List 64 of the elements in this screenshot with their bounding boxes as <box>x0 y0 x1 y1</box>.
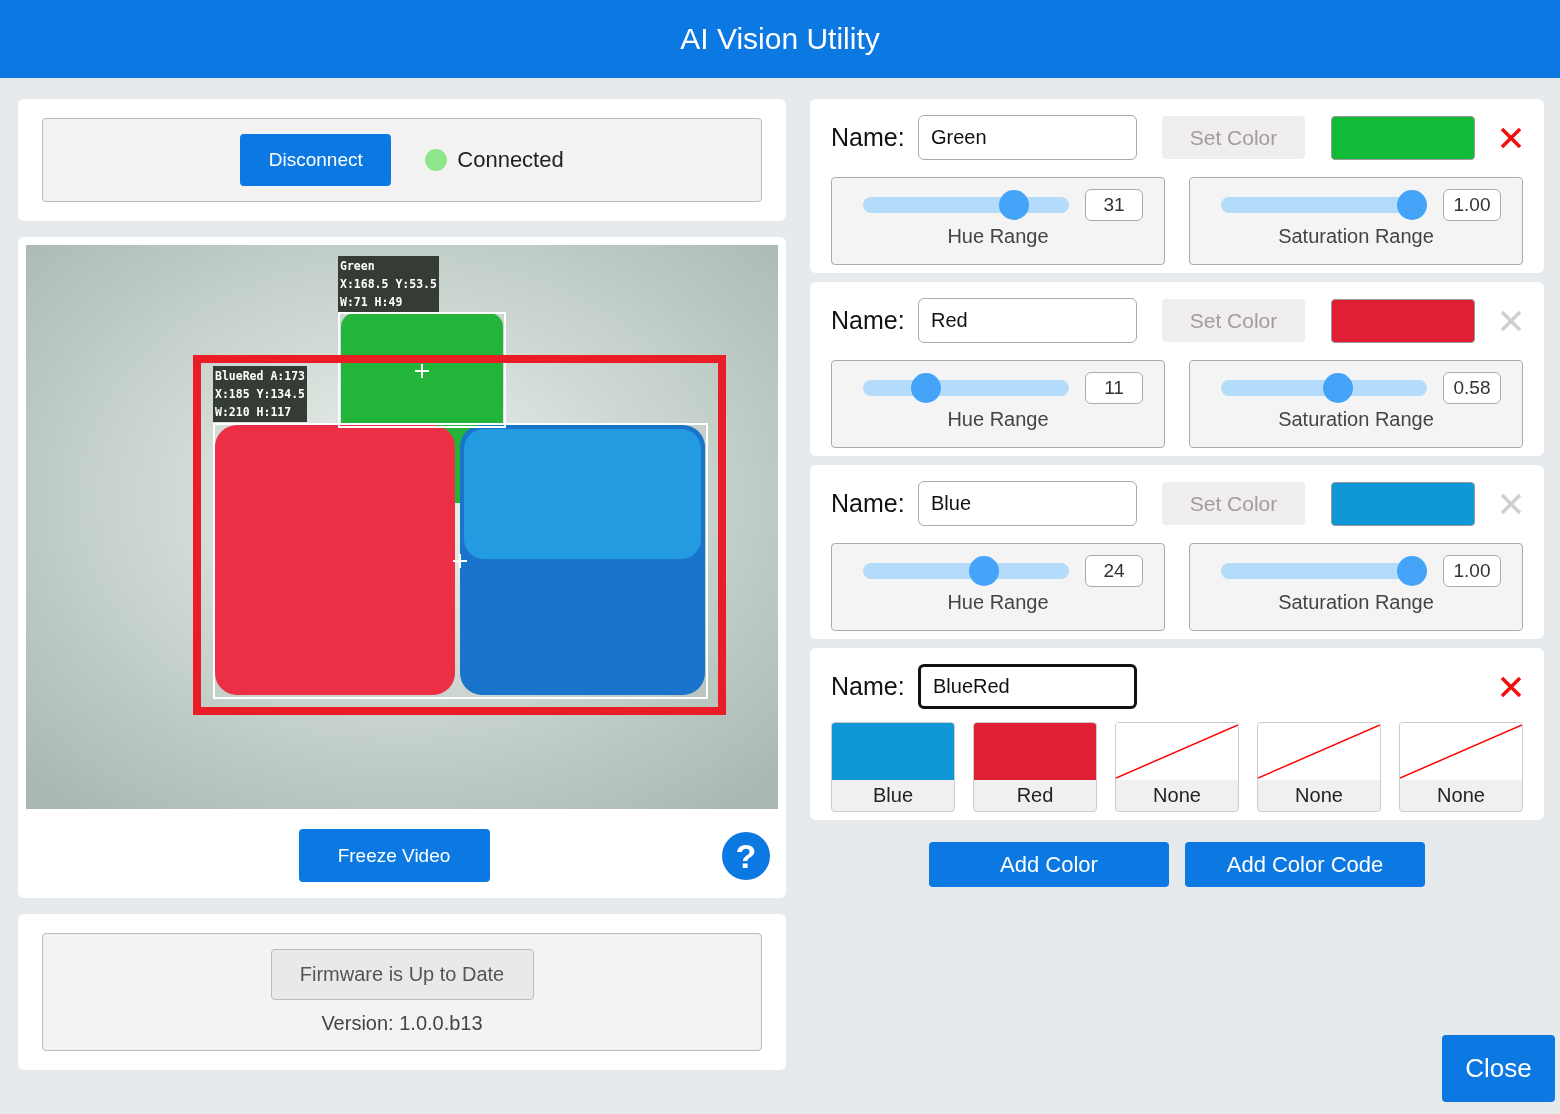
slider-value-field[interactable]: 1.00 <box>1443 189 1501 221</box>
slider-label: Hue Range <box>947 591 1049 614</box>
slider-track[interactable] <box>863 373 1069 403</box>
slider-label: Hue Range <box>947 408 1049 431</box>
slider-thumb[interactable] <box>911 373 942 403</box>
name-field[interactable]: Red <box>918 298 1137 343</box>
slider-thumb[interactable] <box>1323 373 1354 403</box>
crosshair-icon <box>453 554 467 568</box>
slot-label: None <box>1152 783 1202 808</box>
slider-thumb[interactable] <box>1397 556 1427 586</box>
color-slot[interactable]: Blue <box>831 722 955 812</box>
name-field[interactable]: Blue <box>918 481 1137 526</box>
add-button[interactable]: Add Color <box>929 842 1169 887</box>
slider-label: Hue Range <box>947 225 1049 248</box>
name-label: Name: <box>831 123 906 152</box>
color-swatch[interactable] <box>1331 481 1475 526</box>
slider-value-field[interactable]: 11 <box>1085 372 1143 404</box>
empty-slot-icon <box>1258 723 1380 780</box>
color-slot[interactable]: None <box>1257 722 1381 812</box>
empty-slot-icon <box>1400 723 1522 780</box>
slot-label: Red <box>1015 783 1055 808</box>
name-field[interactable]: Green <box>918 115 1137 160</box>
slider-thumb[interactable] <box>1397 190 1427 220</box>
detection-label: Green X:168.5 Y:53.5 W:71 H:49 <box>338 256 439 312</box>
add-button[interactable]: Add Color Code <box>1185 842 1425 887</box>
close-icon[interactable] <box>1499 674 1523 699</box>
slider-thumb[interactable] <box>968 556 999 586</box>
slider-label: Saturation Range <box>1278 591 1434 614</box>
slider-track[interactable] <box>1221 190 1427 220</box>
disconnect-button[interactable]: Disconnect <box>240 134 392 186</box>
slider-track[interactable] <box>863 556 1069 586</box>
slider-track[interactable] <box>863 190 1069 220</box>
slot-label: None <box>1436 783 1486 808</box>
help-button[interactable]: ? <box>722 832 770 880</box>
slider-value-field[interactable]: 1.00 <box>1443 555 1501 587</box>
slider-track[interactable] <box>1221 556 1427 586</box>
color-slot[interactable]: Red <box>973 722 1097 812</box>
slider-value-field[interactable]: 24 <box>1085 555 1143 587</box>
version-text: Version: 1.0.0.b13 <box>321 1012 483 1035</box>
freeze-video-button[interactable]: Freeze Video <box>298 829 490 882</box>
slot-label: None <box>1294 783 1344 808</box>
name-label: Name: <box>831 672 906 701</box>
slot-label: Blue <box>872 783 914 808</box>
window-title: AI Vision Utility <box>680 22 880 56</box>
close-icon[interactable] <box>1499 125 1523 150</box>
firmware-button[interactable]: Firmware is Up to Date <box>270 949 534 1000</box>
name-label: Name: <box>831 489 906 518</box>
slider-value-field[interactable]: 31 <box>1085 189 1143 221</box>
slider-label: Saturation Range <box>1278 408 1434 431</box>
color-swatch[interactable] <box>1331 298 1475 343</box>
close-button[interactable]: Close <box>1442 1035 1555 1102</box>
slider-label: Saturation Range <box>1278 225 1434 248</box>
connection-status: Connected <box>457 147 564 173</box>
slider-value-field[interactable]: 0.58 <box>1443 372 1501 404</box>
crosshair-icon <box>415 364 429 378</box>
name-field[interactable]: BlueRed <box>918 664 1137 709</box>
color-swatch[interactable] <box>1331 115 1475 160</box>
slider-thumb[interactable] <box>999 190 1030 220</box>
name-label: Name: <box>831 306 906 335</box>
color-slot[interactable]: None <box>1115 722 1239 812</box>
color-slot[interactable]: None <box>1399 722 1523 812</box>
detection-label: BlueRed A:173 X:185 Y:134.5 W:210 H:117 <box>213 366 307 422</box>
slider-track[interactable] <box>1221 373 1427 403</box>
empty-slot-icon <box>1116 723 1238 780</box>
